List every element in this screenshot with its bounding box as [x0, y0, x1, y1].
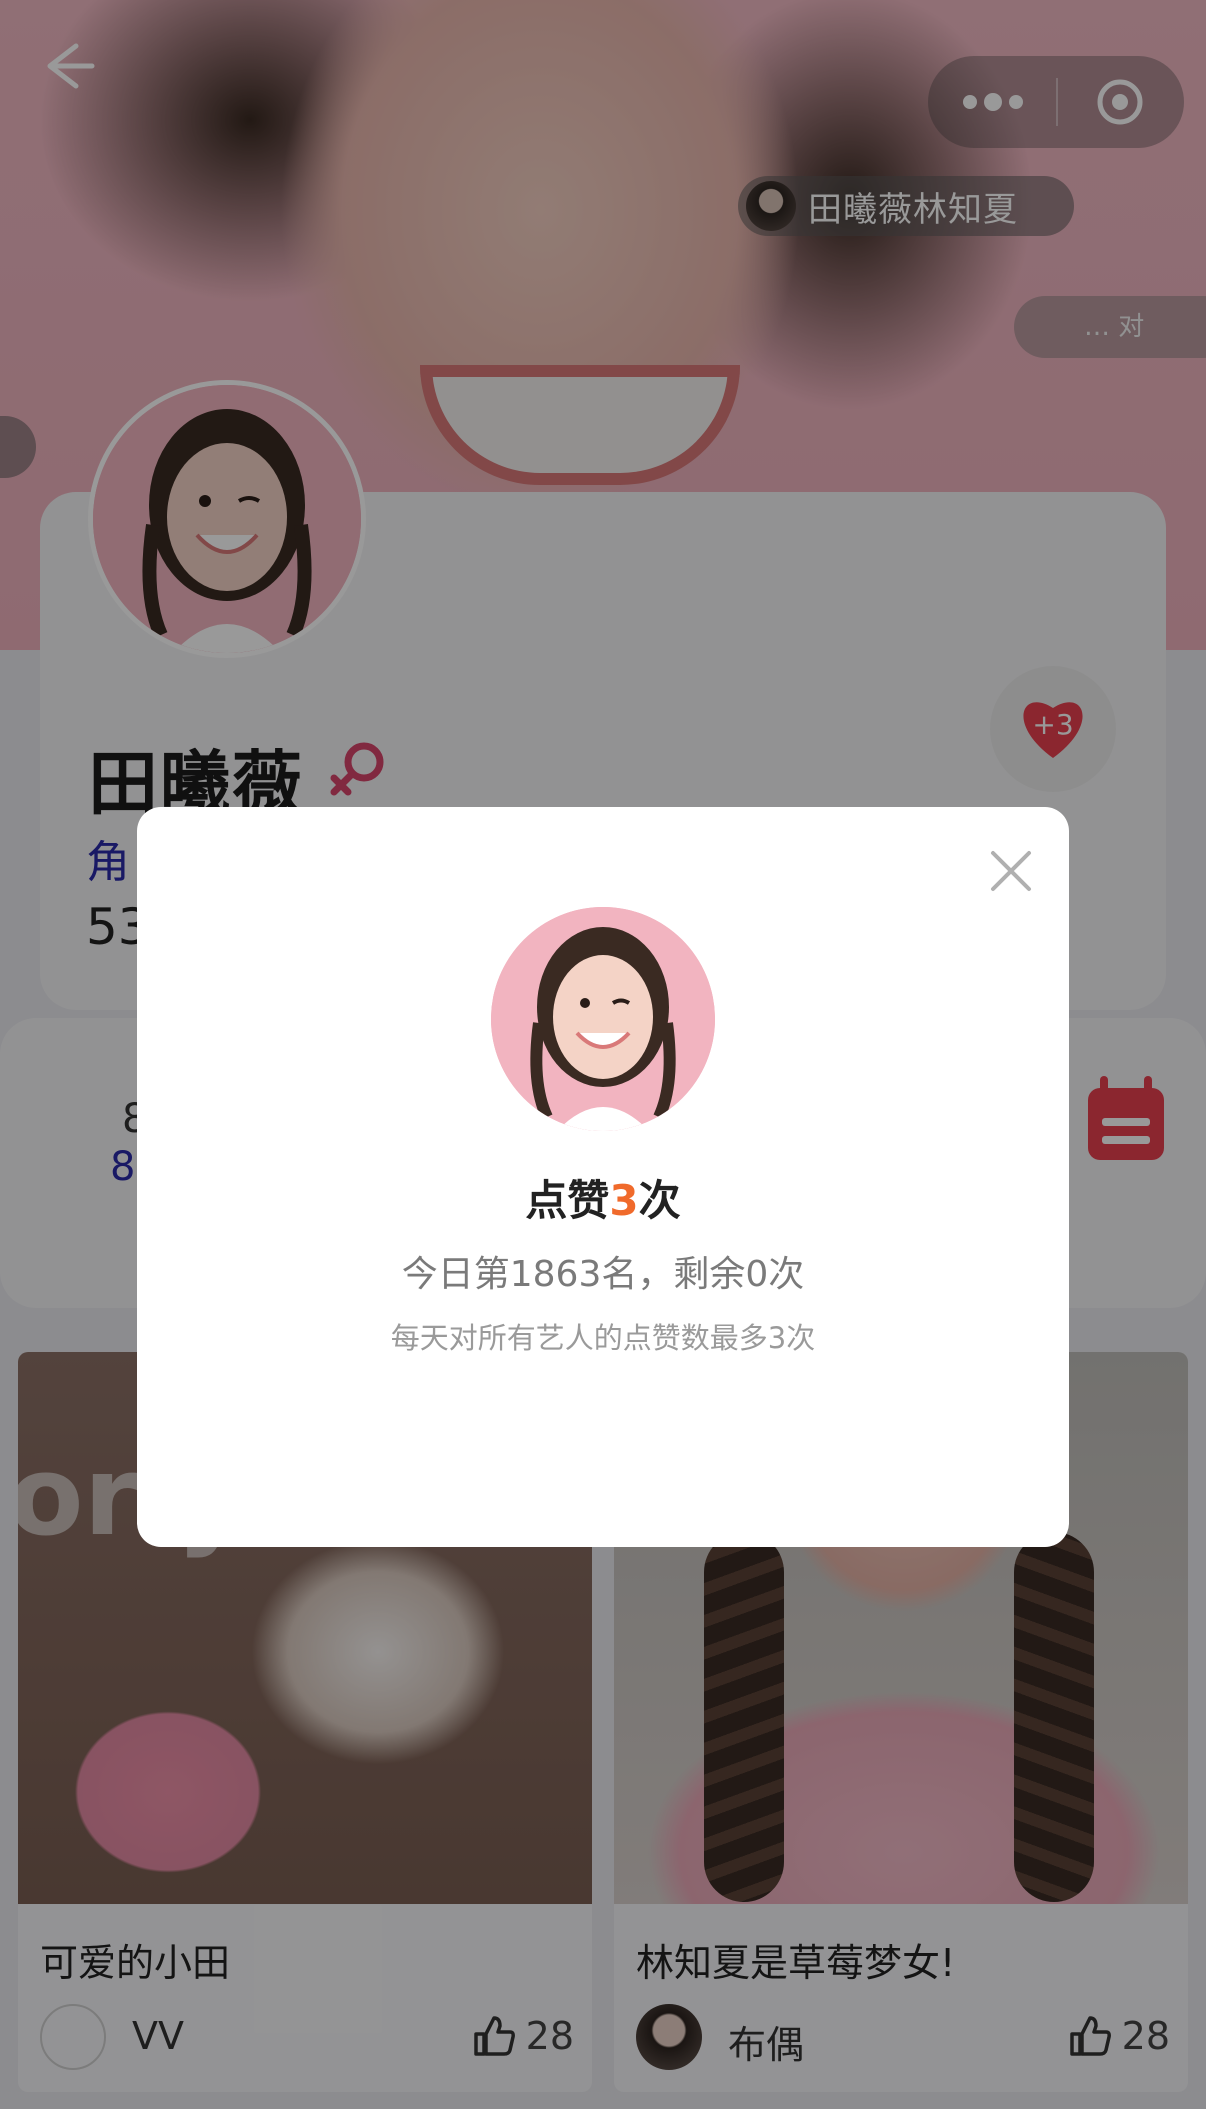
- like-count-number: 3: [609, 1176, 639, 1225]
- like-count-title: 点赞3次: [137, 1167, 1069, 1228]
- dialog-avatar: [491, 907, 715, 1131]
- rank-remaining-text: 今日第1863名，剩余0次: [401, 1254, 805, 1295]
- close-icon[interactable]: [987, 847, 1035, 895]
- like-count-prefix: 点赞: [525, 1176, 610, 1225]
- daily-limit-hint: 每天对所有艺人的点赞数最多3次: [390, 1321, 816, 1355]
- like-count-suffix: 次: [638, 1176, 681, 1225]
- like-result-dialog: 点赞3次 今日第1863名，剩余0次 每天对所有艺人的点赞数最多3次: [137, 807, 1069, 1547]
